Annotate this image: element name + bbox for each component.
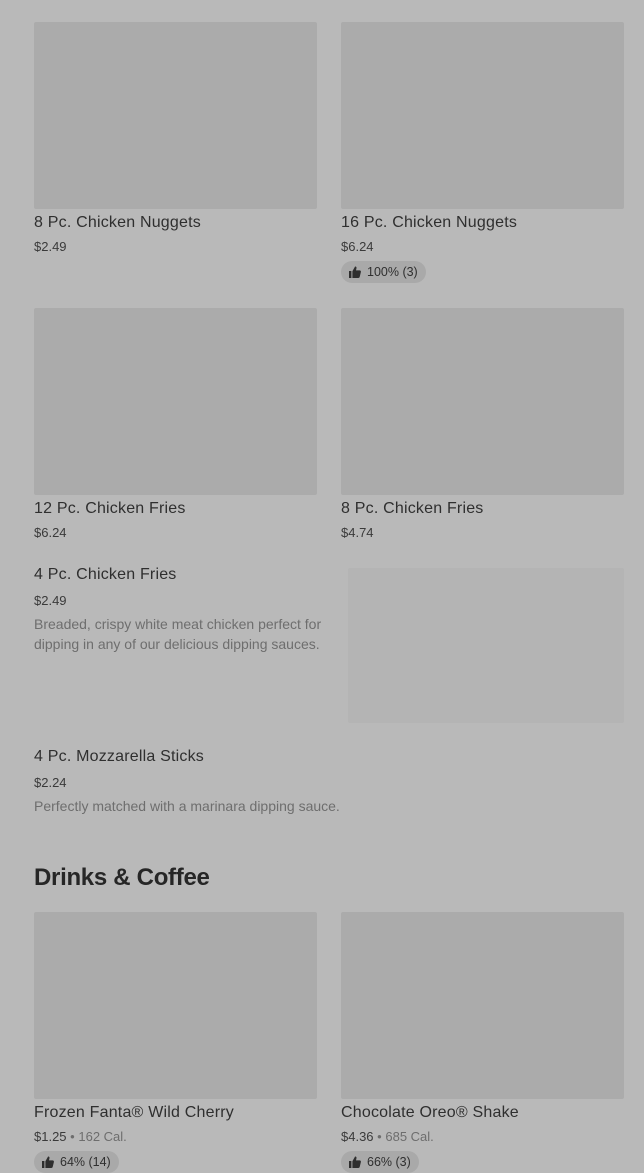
item-price: $2.49: [34, 593, 67, 608]
item-price: $2.24: [34, 775, 67, 790]
item-price: $6.24: [341, 239, 374, 254]
thumbs-up-icon: [42, 1156, 54, 1168]
item-calories: 685 Cal.: [385, 1129, 434, 1144]
item-price: $1.25: [34, 1129, 67, 1144]
item-image-8pc-chicken-nuggets[interactable]: [34, 22, 317, 209]
item-price: $2.49: [34, 239, 67, 254]
separator-dot: •: [70, 1129, 75, 1144]
item-image-8pc-chicken-fries[interactable]: [341, 308, 624, 495]
rating-badge: 66% (3): [341, 1151, 419, 1173]
item-title[interactable]: 4 Pc. Mozzarella Sticks: [34, 748, 204, 766]
item-title[interactable]: 16 Pc. Chicken Nuggets: [341, 214, 517, 232]
section-title-drinks: Drinks & Coffee: [34, 864, 210, 891]
rating-badge: 100% (3): [341, 261, 426, 283]
thumbs-up-icon: [349, 1156, 361, 1168]
item-description: Perfectly matched with a marinara dippin…: [34, 798, 340, 814]
item-price: $4.74: [341, 525, 374, 540]
item-title[interactable]: 8 Pc. Chicken Nuggets: [34, 214, 201, 232]
rating-text: 66% (3): [367, 1155, 411, 1169]
item-title[interactable]: Frozen Fanta® Wild Cherry: [34, 1104, 234, 1122]
item-price: $4.36: [341, 1129, 374, 1144]
item-image-4pc-chicken-fries[interactable]: [348, 568, 624, 723]
rating-text: 100% (3): [367, 265, 418, 279]
rating-badge: 64% (14): [34, 1151, 119, 1173]
item-image-12pc-chicken-fries[interactable]: [34, 308, 317, 495]
item-title[interactable]: 4 Pc. Chicken Fries: [34, 566, 177, 584]
rating-text: 64% (14): [60, 1155, 111, 1169]
thumbs-up-icon: [349, 266, 361, 278]
separator-dot: •: [377, 1129, 382, 1144]
item-image-frozen-fanta[interactable]: [34, 912, 317, 1099]
item-title[interactable]: 8 Pc. Chicken Fries: [341, 500, 484, 518]
item-title[interactable]: Chocolate Oreo® Shake: [341, 1104, 519, 1122]
item-image-16pc-chicken-nuggets[interactable]: [341, 22, 624, 209]
item-calories: 162 Cal.: [78, 1129, 127, 1144]
item-price: $6.24: [34, 525, 67, 540]
item-price-calories: $1.25 • 162 Cal.: [34, 1129, 127, 1144]
item-description: Breaded, crispy white meat chicken perfe…: [34, 616, 322, 652]
item-price-calories: $4.36 • 685 Cal.: [341, 1129, 434, 1144]
item-image-chocolate-oreo-shake[interactable]: [341, 912, 624, 1099]
item-title[interactable]: 12 Pc. Chicken Fries: [34, 500, 186, 518]
